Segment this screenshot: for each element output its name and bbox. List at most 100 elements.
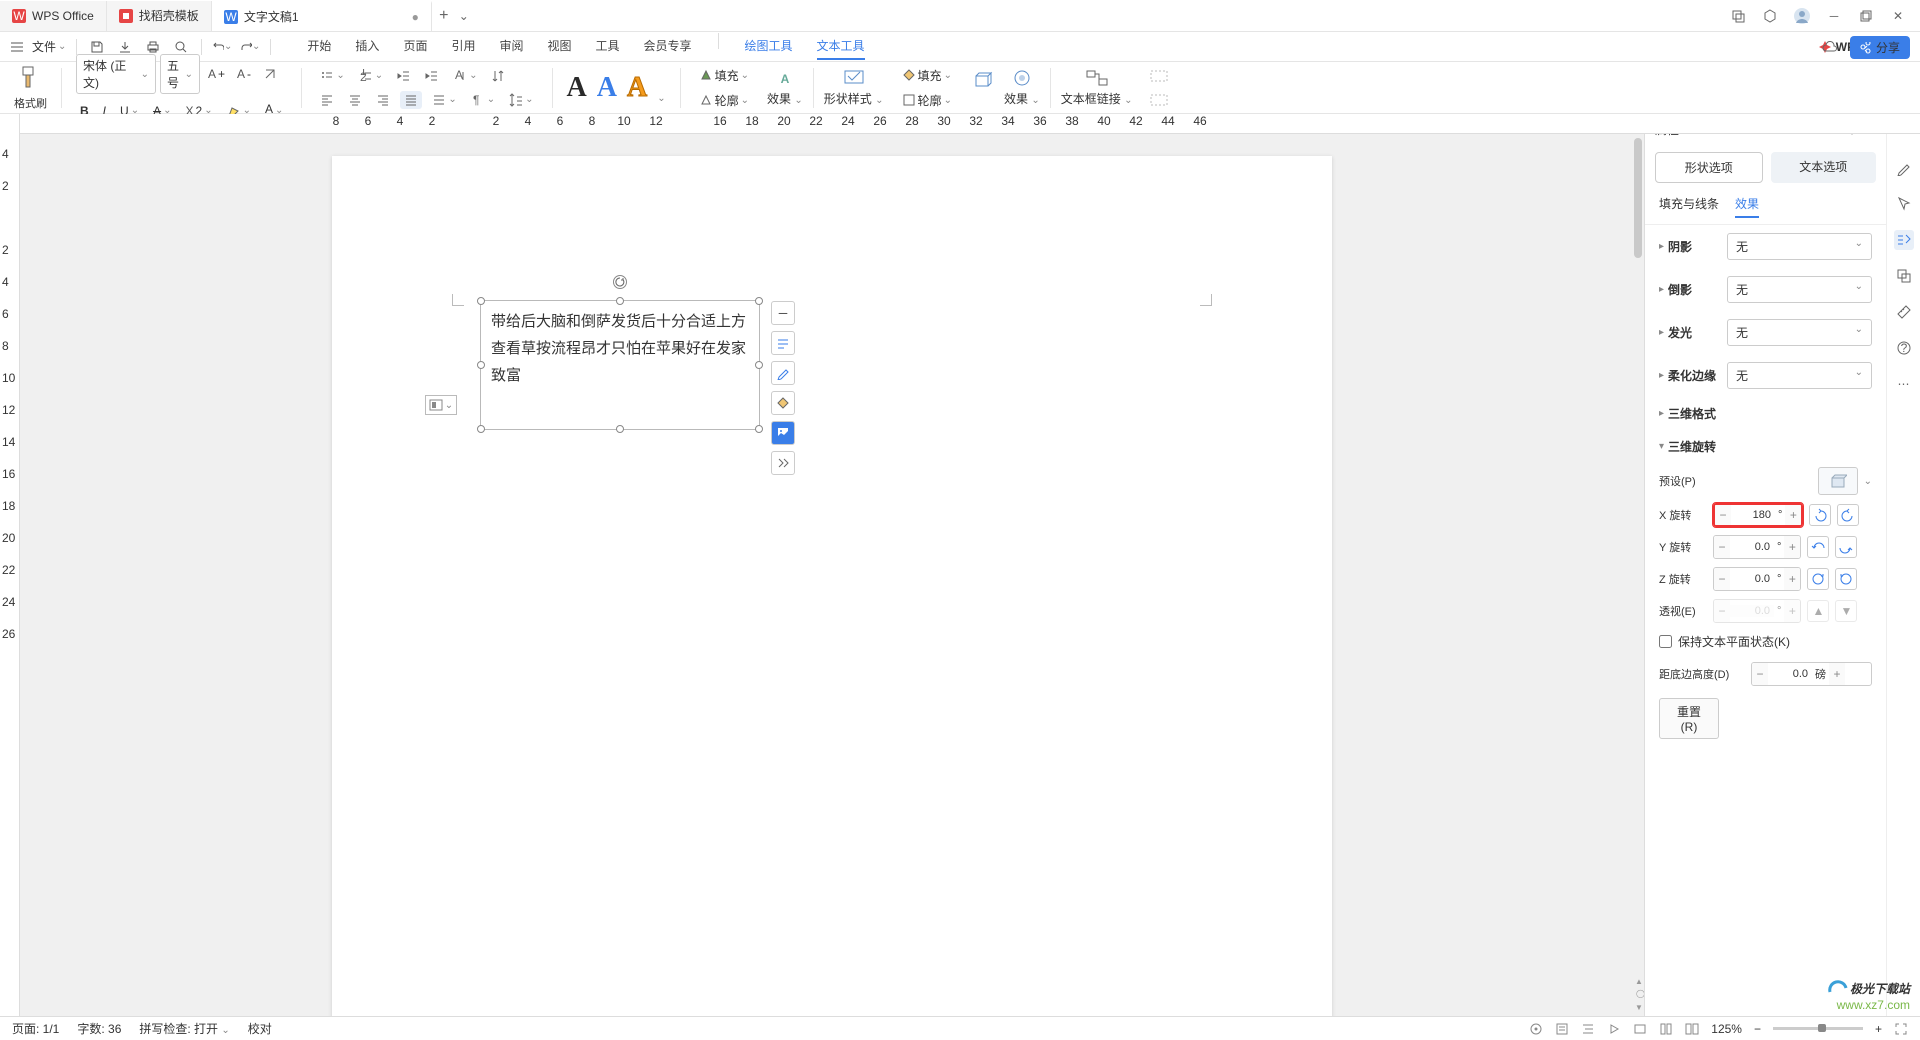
text-style-preset-2[interactable]: A — [597, 72, 617, 104]
soft-edge-select[interactable]: 无⌄ — [1727, 362, 1872, 389]
align-left-icon[interactable] — [316, 91, 338, 109]
word-count[interactable]: 字数: 36 — [77, 1020, 121, 1037]
text-fill-button[interactable]: 填充⌄ — [695, 65, 753, 86]
increase-indent-icon[interactable] — [421, 67, 443, 85]
subtab-fill[interactable]: 填充与线条 — [1659, 195, 1719, 218]
layout-options-button[interactable]: ⌄ — [425, 395, 457, 415]
decrement-icon[interactable]: − — [1715, 505, 1731, 525]
zoom-out-icon[interactable]: − — [1754, 1022, 1761, 1036]
menu-view[interactable]: 视图 — [547, 33, 571, 60]
view-compact-icon[interactable] — [1659, 1022, 1673, 1036]
textbox-next-icon[interactable] — [1146, 91, 1172, 109]
layers-icon[interactable] — [1894, 266, 1914, 286]
menu-drawing-tools[interactable]: 绘图工具 — [745, 33, 793, 60]
increment-icon[interactable]: + — [1829, 663, 1845, 685]
pen-icon[interactable] — [1894, 158, 1914, 178]
tab-shape-options[interactable]: 形状选项 — [1655, 152, 1763, 183]
text-style-preset-3[interactable]: A — [627, 72, 647, 104]
text-style-preset-1[interactable]: A — [567, 72, 587, 104]
tab-template[interactable]: 找稻壳模板 — [107, 1, 212, 31]
view-web-icon[interactable] — [1633, 1022, 1647, 1036]
shape-style-button[interactable]: 形状样式 ⌄ — [824, 68, 884, 107]
vertical-scrollbar[interactable]: ▲ ◯ ▼ — [1632, 134, 1644, 1016]
rotate-right-icon[interactable] — [1837, 504, 1859, 526]
document-scroll-area[interactable]: 带给后大脑和倒萨发货后十分合适上方查看草按流程昂才只怕在苹果好在发家致富 ⌄ ─… — [20, 114, 1644, 1016]
tab-wps-office[interactable]: W WPS Office — [0, 1, 107, 31]
increment-icon[interactable]: + — [1784, 536, 1800, 558]
textbox-link-button[interactable]: 文本框链接 ⌄ — [1061, 68, 1133, 107]
distance-value[interactable] — [1768, 668, 1812, 680]
float-format-icon[interactable] — [771, 331, 795, 355]
align-distribute-icon[interactable]: ⌄ — [428, 91, 460, 109]
preset-dropdown[interactable]: ⌄ — [1864, 476, 1872, 487]
reflection-select[interactable]: 无⌄ — [1727, 276, 1872, 303]
shape-3d-button[interactable]: x — [970, 70, 994, 106]
selected-textbox[interactable]: 带给后大脑和倒萨发货后十分合适上方查看草按流程昂才只怕在苹果好在发家致富 ⌄ ─ — [480, 300, 760, 430]
align-justify-icon[interactable] — [400, 91, 422, 109]
text-direction-icon[interactable]: A⌄ — [449, 67, 481, 85]
float-fill-icon[interactable] — [771, 391, 795, 415]
text-style-more[interactable]: ⌄ — [657, 93, 665, 104]
increase-font-icon[interactable]: A+ — [204, 54, 229, 94]
fit-page-icon[interactable] — [1894, 1022, 1908, 1036]
menu-page[interactable]: 页面 — [403, 33, 427, 60]
font-select[interactable]: 宋体 (正文)⌄ — [76, 54, 156, 94]
new-tab-button[interactable]: + — [432, 7, 456, 25]
cloud-icon[interactable] — [1820, 38, 1840, 58]
format-painter-icon[interactable] — [17, 65, 45, 93]
cursor-icon[interactable] — [1894, 194, 1914, 214]
resize-handle[interactable] — [755, 361, 763, 369]
ruler-icon[interactable] — [1894, 302, 1914, 322]
close-window-button[interactable]: ✕ — [1884, 2, 1912, 30]
rotate-down-icon[interactable] — [1835, 536, 1857, 558]
bullet-list-icon[interactable]: ⌄ — [316, 67, 348, 85]
section-3d-format[interactable]: ▸三维格式 — [1645, 397, 1886, 430]
z-rotation-value[interactable] — [1730, 573, 1774, 585]
x-rotation-input[interactable]: − ° + — [1713, 503, 1803, 527]
increment-icon[interactable]: + — [1784, 568, 1800, 590]
y-rotation-input[interactable]: − ° + — [1713, 535, 1801, 559]
decrement-icon[interactable]: − — [1714, 568, 1730, 590]
paragraph-icon[interactable]: ¶⌄ — [467, 91, 499, 109]
proofread-status[interactable]: 校对 — [248, 1020, 272, 1037]
decrement-icon[interactable]: − — [1752, 663, 1768, 685]
minimize-button[interactable]: ─ — [1820, 2, 1848, 30]
y-rotation-value[interactable] — [1730, 541, 1774, 553]
menu-review[interactable]: 审阅 — [499, 33, 523, 60]
status-circle-icon[interactable] — [1529, 1022, 1543, 1036]
zoom-in-icon[interactable]: + — [1875, 1022, 1882, 1036]
section-3d-rotation[interactable]: ▾三维旋转 — [1645, 430, 1886, 463]
distance-input[interactable]: − 磅 + — [1751, 662, 1872, 686]
file-menu[interactable]: 文件⌄ — [32, 38, 66, 55]
textbox-text[interactable]: 带给后大脑和倒萨发货后十分合适上方查看草按流程昂才只怕在苹果好在发家致富 — [481, 301, 759, 398]
page[interactable]: 带给后大脑和倒萨发货后十分合适上方查看草按流程昂才只怕在苹果好在发家致富 ⌄ ─ — [332, 156, 1332, 1016]
hamburger-menu[interactable] — [10, 40, 24, 54]
increment-icon[interactable]: + — [1785, 505, 1801, 525]
resize-handle[interactable] — [477, 425, 485, 433]
line-spacing-icon[interactable]: ⌄ — [505, 91, 537, 109]
view-outline-icon[interactable] — [1581, 1022, 1595, 1036]
keep-text-flat-checkbox[interactable] — [1659, 635, 1672, 648]
new-tab-dropdown[interactable]: ⌄ — [456, 9, 472, 23]
rotate-up-icon[interactable] — [1807, 536, 1829, 558]
resize-handle[interactable] — [616, 297, 624, 305]
z-rotation-input[interactable]: − ° + — [1713, 567, 1801, 591]
align-right-icon[interactable] — [372, 91, 394, 109]
user-avatar-icon[interactable] — [1788, 2, 1816, 30]
maximize-button[interactable] — [1852, 2, 1880, 30]
more-icon[interactable]: ⋯ — [1894, 374, 1914, 394]
menu-insert[interactable]: 插入 — [355, 33, 379, 60]
resize-handle[interactable] — [755, 425, 763, 433]
shape-effect-button[interactable]: 效果 ⌄ — [1004, 68, 1040, 107]
subtab-effect[interactable]: 效果 — [1735, 195, 1759, 218]
share-button[interactable]: 分享 — [1850, 36, 1910, 59]
help-icon[interactable]: ? — [1894, 338, 1914, 358]
window-duplicate-icon[interactable] — [1724, 2, 1752, 30]
menu-text-tools[interactable]: 文本工具 — [817, 33, 865, 60]
text-outline-button[interactable]: 轮廓⌄ — [695, 90, 753, 111]
float-image-icon[interactable] — [771, 421, 795, 445]
rotate-cw-icon[interactable] — [1807, 568, 1829, 590]
view-split-icon[interactable] — [1685, 1022, 1699, 1036]
tab-text-options[interactable]: 文本选项 — [1771, 152, 1877, 183]
align-center-icon[interactable] — [344, 91, 366, 109]
